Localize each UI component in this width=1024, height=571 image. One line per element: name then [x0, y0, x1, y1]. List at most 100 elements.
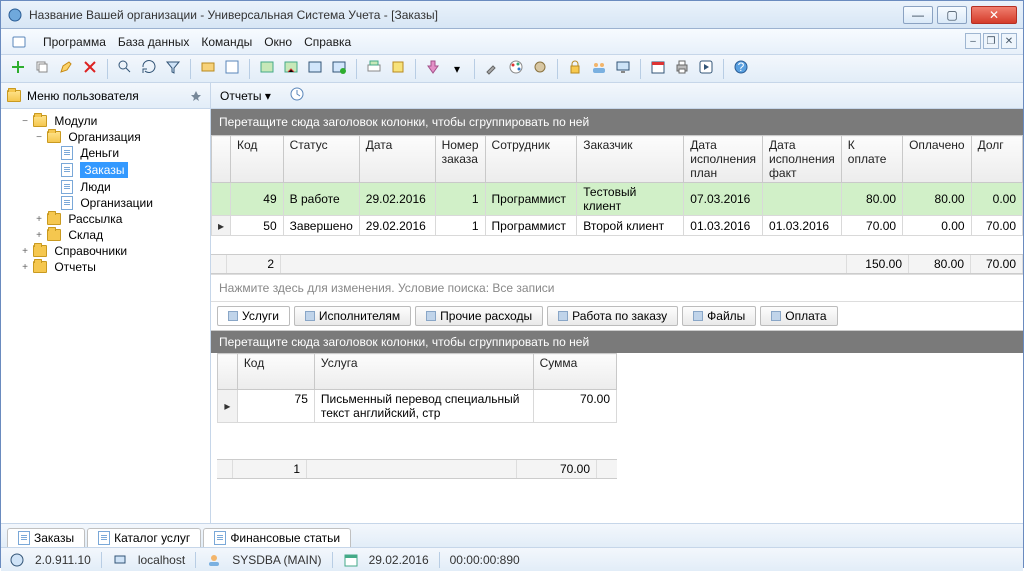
col-order-no[interactable]: Номер заказа: [435, 136, 485, 183]
col2-sum[interactable]: Сумма: [533, 354, 616, 390]
tree-people[interactable]: Люди: [80, 180, 110, 194]
maximize-button[interactable]: ▢: [937, 6, 967, 24]
mdi-minimize[interactable]: –: [965, 33, 981, 49]
t8[interactable]: [387, 56, 409, 81]
menu-bar: Программа База данных Команды Окно Справ…: [1, 29, 1023, 55]
bottom-tab-fin[interactable]: Финансовые статьи: [203, 528, 351, 547]
group-hint-top[interactable]: Перетащите сюда заголовок колонки, чтобы…: [211, 109, 1023, 135]
status-bar: 2.0.911.10 localhost SYSDBA (MAIN) 29.02…: [1, 547, 1023, 571]
clock-refresh-icon[interactable]: [286, 83, 308, 108]
table-row[interactable]: ▸ 50 Завершено 29.02.2016 1 Программист …: [212, 216, 1023, 236]
doc-icon: [61, 196, 73, 210]
col-plan-date[interactable]: Дата исполнения план: [684, 136, 763, 183]
col2-code[interactable]: Код: [237, 354, 314, 390]
close-button[interactable]: ✕: [971, 6, 1017, 24]
reports-dropdown[interactable]: Отчеты ▾: [217, 86, 274, 106]
delete-button[interactable]: [79, 56, 101, 81]
date-icon: [343, 552, 359, 568]
folder-icon: [33, 115, 47, 127]
copy-button[interactable]: [31, 56, 53, 81]
col-fact-date[interactable]: Дата исполнения факт: [763, 136, 842, 183]
table-row[interactable]: ▸ 75 Письменный перевод специальный текс…: [218, 390, 617, 423]
print-icon[interactable]: [671, 56, 693, 81]
minimize-button[interactable]: —: [903, 6, 933, 24]
folder-icon: [47, 229, 61, 241]
app-icon: [7, 7, 23, 23]
tree-money[interactable]: Деньги: [80, 146, 119, 160]
t7[interactable]: [363, 56, 385, 81]
palette-icon[interactable]: [505, 56, 527, 81]
col-employee[interactable]: Сотрудник: [485, 136, 577, 183]
tree-modules[interactable]: Модули: [54, 114, 97, 128]
tree-mailing[interactable]: Рассылка: [68, 212, 122, 226]
t4[interactable]: [280, 56, 302, 81]
user-menu-header: Меню пользователя: [1, 83, 211, 109]
help-icon[interactable]: ?: [730, 56, 752, 81]
t11[interactable]: [529, 56, 551, 81]
play-icon[interactable]: [695, 56, 717, 81]
bottom-tab-orders[interactable]: Заказы: [7, 528, 85, 547]
status-host: localhost: [138, 553, 185, 567]
menu-help[interactable]: Справка: [304, 35, 351, 49]
users-icon[interactable]: [588, 56, 610, 81]
filter-button[interactable]: [162, 56, 184, 81]
mdi-close[interactable]: ✕: [1001, 33, 1017, 49]
tree-warehouse[interactable]: Склад: [68, 228, 103, 242]
doc-icon: [61, 146, 73, 160]
computer-icon[interactable]: [612, 56, 634, 81]
menu-database[interactable]: База данных: [118, 35, 189, 49]
menu-program[interactable]: Программа: [43, 35, 106, 49]
orders-grid[interactable]: Код Статус Дата Номер заказа Сотрудник З…: [211, 135, 1023, 236]
filter-refresh-button[interactable]: [138, 56, 160, 81]
t10[interactable]: ▾: [446, 58, 468, 80]
col-debt[interactable]: Долг: [971, 136, 1022, 183]
tools-icon[interactable]: [481, 56, 503, 81]
tab-services[interactable]: Услуги: [217, 306, 290, 326]
doc-icon: [61, 163, 73, 177]
tab-performers[interactable]: Исполнителям: [294, 306, 411, 326]
tab-expenses[interactable]: Прочие расходы: [415, 306, 543, 326]
tab-payment[interactable]: Оплата: [760, 306, 837, 326]
tree-organization[interactable]: Организация: [68, 130, 140, 144]
group-hint-detail[interactable]: Перетащите сюда заголовок колонки, чтобы…: [211, 331, 1023, 353]
calendar-icon[interactable]: [647, 56, 669, 81]
table-row[interactable]: 49 В работе 29.02.2016 1 Программист Тес…: [212, 183, 1023, 216]
services-grid[interactable]: Код Услуга Сумма ▸ 75 Письменный перевод…: [217, 353, 617, 423]
t9[interactable]: [422, 56, 444, 81]
t5[interactable]: [304, 56, 326, 81]
edit-button[interactable]: [55, 56, 77, 81]
tree-reports[interactable]: Отчеты: [54, 260, 95, 274]
app-menu-icon: [11, 34, 27, 50]
col-date[interactable]: Дата: [359, 136, 435, 183]
t6[interactable]: [328, 56, 350, 81]
user-menu-label: Меню пользователя: [27, 89, 139, 103]
tree-directories[interactable]: Справочники: [54, 244, 127, 258]
col-paid[interactable]: Оплачено: [903, 136, 971, 183]
col-code[interactable]: Код: [231, 136, 284, 183]
t2[interactable]: [221, 56, 243, 81]
col-customer[interactable]: Заказчик: [577, 136, 684, 183]
col-status[interactable]: Статус: [283, 136, 359, 183]
add-button[interactable]: [7, 56, 29, 81]
search-condition[interactable]: Нажмите здесь для изменения. Условие пои…: [211, 274, 1023, 302]
lock-icon[interactable]: [564, 56, 586, 81]
bottom-tab-catalog[interactable]: Каталог услуг: [87, 528, 201, 547]
tree-orders[interactable]: Заказы: [80, 162, 128, 178]
window-title: Название Вашей организации - Универсальн…: [29, 8, 903, 22]
menu-commands[interactable]: Команды: [201, 35, 252, 49]
tab-work[interactable]: Работа по заказу: [547, 306, 678, 326]
col-to-pay[interactable]: К оплате: [841, 136, 902, 183]
pin-icon[interactable]: [188, 88, 204, 104]
t1[interactable]: [197, 56, 219, 81]
tab-files[interactable]: Файлы: [682, 306, 756, 326]
status-version: 2.0.911.10: [35, 553, 91, 567]
tree-orgs[interactable]: Организации: [80, 196, 153, 210]
folder-open-icon: [7, 90, 21, 102]
search-button[interactable]: [114, 56, 136, 81]
navigation-tree[interactable]: − Модули − Организация Деньги Заказы Люд…: [1, 109, 211, 523]
col2-service[interactable]: Услуга: [314, 354, 533, 390]
t3[interactable]: [256, 56, 278, 81]
folder-icon: [33, 245, 47, 257]
menu-window[interactable]: Окно: [264, 35, 292, 49]
mdi-restore[interactable]: ❐: [983, 33, 999, 49]
